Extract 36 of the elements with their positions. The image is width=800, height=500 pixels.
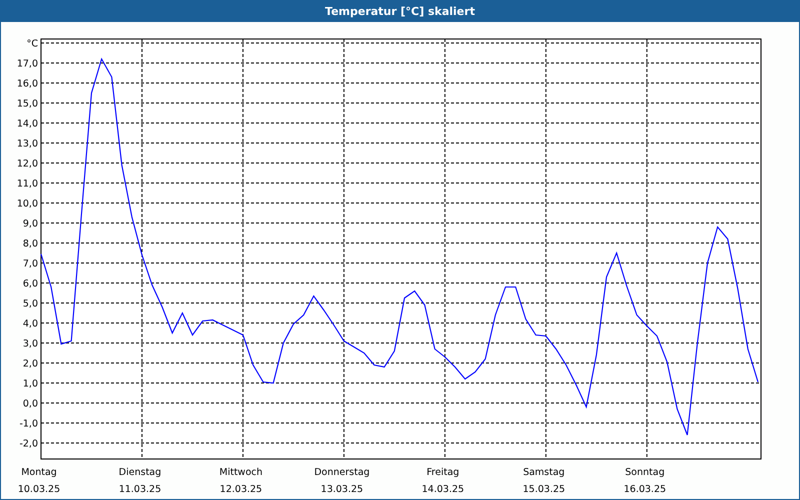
y-tick-label: 10,0	[16, 198, 38, 210]
y-tick-label: 17,0	[16, 58, 38, 70]
date-label: 16.03.25	[624, 484, 666, 495]
y-tick-label: 2,0	[22, 358, 38, 370]
x-tick-label: Donnerstag	[314, 467, 370, 478]
date-label: 10.03.25	[18, 484, 60, 495]
date-label: 12.03.25	[220, 484, 262, 495]
y-tick-label: 1,0	[22, 378, 38, 390]
y-tick-label: 0,0	[22, 398, 38, 410]
y-tick-label: 11,0	[16, 178, 38, 190]
y-tick-label: 5,0	[22, 298, 38, 310]
y-tick-label: 9,0	[22, 218, 38, 230]
y-tick-label: -2,0	[19, 438, 38, 450]
x-tick-label: Sonntag	[625, 467, 665, 478]
y-tick-label: 8,0	[22, 238, 38, 250]
date-label: 15.03.25	[522, 484, 566, 495]
x-tick-label: Freitag	[426, 467, 460, 478]
y-tick-label: 13,0	[16, 138, 38, 150]
y-tick-label: 3,0	[22, 338, 38, 350]
date-label: 13.03.25	[320, 484, 364, 495]
unit-label: °C	[26, 38, 38, 50]
y-tick-label: -1,0	[19, 418, 38, 430]
date-label: 14.03.25	[422, 484, 464, 495]
x-tick-label: Dienstag	[118, 467, 162, 478]
y-tick-label: 14,0	[16, 118, 38, 130]
window-title: Temperatur [°C] skaliert	[1, 1, 799, 22]
x-tick-label: Montag	[21, 467, 57, 478]
y-tick-label: 7,0	[22, 258, 38, 270]
y-tick-label: 6,0	[22, 278, 38, 290]
date-label: 11.03.25	[118, 484, 162, 495]
x-tick-label: Samstag	[523, 467, 565, 478]
y-tick-label: 16,0	[16, 78, 38, 90]
y-tick-label: 15,0	[16, 98, 38, 110]
y-tick-label: 12,0	[16, 158, 38, 170]
y-tick-label: 4,0	[22, 318, 38, 330]
x-tick-label: Mittwoch	[219, 467, 263, 478]
